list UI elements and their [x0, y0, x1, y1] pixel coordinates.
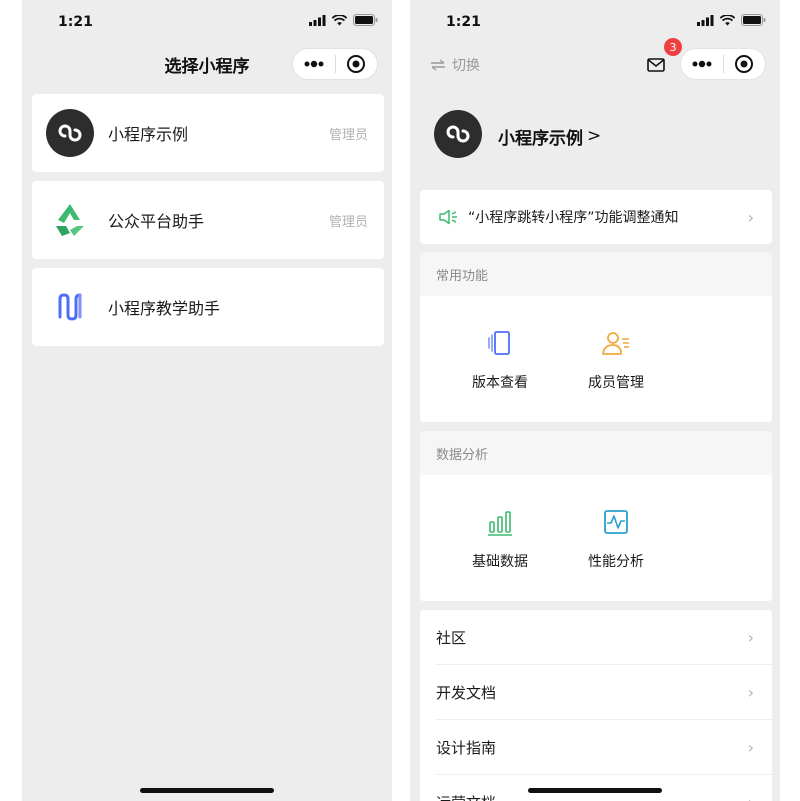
menu-item-dev-docs[interactable]: 开发文档 › — [436, 665, 772, 720]
status-bar: 1:21 — [22, 0, 392, 44]
more-dots-icon — [692, 60, 712, 68]
bar-chart-icon — [483, 505, 517, 539]
signal-icon — [697, 14, 714, 26]
chevron-right-icon: › — [747, 207, 754, 227]
performance-icon — [599, 505, 633, 539]
version-icon — [483, 326, 517, 360]
section-title: 数据分析 — [420, 431, 772, 475]
status-bar: 1:21 — [410, 0, 780, 44]
speaker-icon — [438, 209, 458, 225]
unread-badge: 3 — [664, 38, 682, 56]
mail-icon — [647, 58, 665, 72]
member-management-button[interactable]: 成员管理 — [558, 296, 674, 392]
notice-text: “小程序跳转小程序”功能调整通知 — [468, 210, 679, 226]
chevron-right-icon: › — [747, 627, 754, 647]
role-label: 管理员 — [328, 214, 368, 230]
target-circle-icon — [347, 55, 366, 73]
message-button[interactable] — [642, 54, 670, 76]
signal-icon — [309, 14, 326, 26]
switch-label: 切换 — [452, 58, 480, 74]
chevron-right-icon: > — [587, 126, 602, 146]
chevron-right-icon: › — [747, 737, 754, 757]
member-icon — [599, 326, 633, 360]
mini-program-item-assistant[interactable]: 公众平台助手 管理员 — [32, 181, 384, 259]
link-menu: 社区 › 开发文档 › 设计指南 › 运营文档 › — [420, 610, 772, 801]
data-analysis-panel: 数据分析 基础数据 性能分析 — [420, 431, 772, 601]
common-functions-panel: 常用功能 版本查看 成员管理 — [420, 252, 772, 422]
menu-item-community[interactable]: 社区 › — [436, 610, 772, 665]
performance-analysis-button[interactable]: 性能分析 — [558, 475, 674, 571]
mini-program-name: 小程序示例 — [108, 125, 189, 144]
home-indicator — [140, 788, 274, 793]
phone-left-select-mini-program: 1:21 选择小程序 小程序示例 管理员 公众平台助手 管理员 小程序教学助手 — [22, 0, 392, 801]
battery-icon — [741, 14, 766, 26]
mini-program-item-teaching[interactable]: 小程序教学助手 — [32, 268, 384, 346]
mini-program-item-example[interactable]: 小程序示例 管理员 — [32, 94, 384, 172]
function-label: 成员管理 — [588, 375, 644, 391]
menu-label: 设计指南 — [436, 738, 497, 757]
swap-arrows-icon — [431, 59, 445, 71]
menu-label: 开发文档 — [436, 683, 497, 702]
status-time: 1:21 — [58, 14, 93, 30]
function-label: 性能分析 — [588, 554, 644, 570]
status-time: 1:21 — [446, 14, 481, 30]
target-circle-icon — [735, 55, 754, 73]
version-button[interactable]: 版本查看 — [442, 296, 558, 392]
mini-program-name: 小程序教学助手 — [108, 299, 221, 318]
chevron-right-icon: › — [747, 682, 754, 702]
capsule-menu — [680, 48, 766, 80]
close-mini-program-button[interactable] — [336, 49, 378, 79]
notice-bar[interactable]: “小程序跳转小程序”功能调整通知 › — [420, 190, 772, 244]
profile-name: 小程序示例 — [498, 128, 583, 149]
switch-button[interactable]: 切换 — [430, 55, 480, 75]
role-label: 管理员 — [328, 127, 368, 143]
current-mini-program[interactable]: 小程序示例 > — [434, 110, 601, 162]
mini-program-logo-icon — [46, 109, 94, 157]
more-button[interactable] — [681, 49, 723, 79]
menu-label: 社区 — [436, 628, 467, 647]
teaching-logo-icon — [46, 283, 94, 331]
close-mini-program-button[interactable] — [724, 49, 766, 79]
more-dots-icon — [304, 60, 324, 68]
function-label: 基础数据 — [472, 554, 528, 570]
menu-item-design-guide[interactable]: 设计指南 › — [436, 720, 772, 775]
mini-program-name: 公众平台助手 — [108, 212, 205, 231]
function-label: 版本查看 — [472, 375, 528, 391]
mini-program-logo-icon — [434, 110, 482, 162]
capsule-menu — [292, 48, 378, 80]
phone-right-mini-program-dashboard: 1:21 切换 3 小程序示例 > “小程序跳转小程序”功能调整通知 › 常用功… — [410, 0, 780, 801]
section-title: 常用功能 — [420, 252, 772, 296]
more-button[interactable] — [293, 49, 335, 79]
wifi-icon — [720, 14, 735, 26]
basic-data-button[interactable]: 基础数据 — [442, 475, 558, 571]
home-indicator — [528, 788, 662, 793]
chevron-right-icon: › — [748, 793, 754, 801]
recycle-logo-icon — [46, 196, 94, 244]
wifi-icon — [332, 14, 347, 26]
battery-icon — [353, 14, 378, 26]
